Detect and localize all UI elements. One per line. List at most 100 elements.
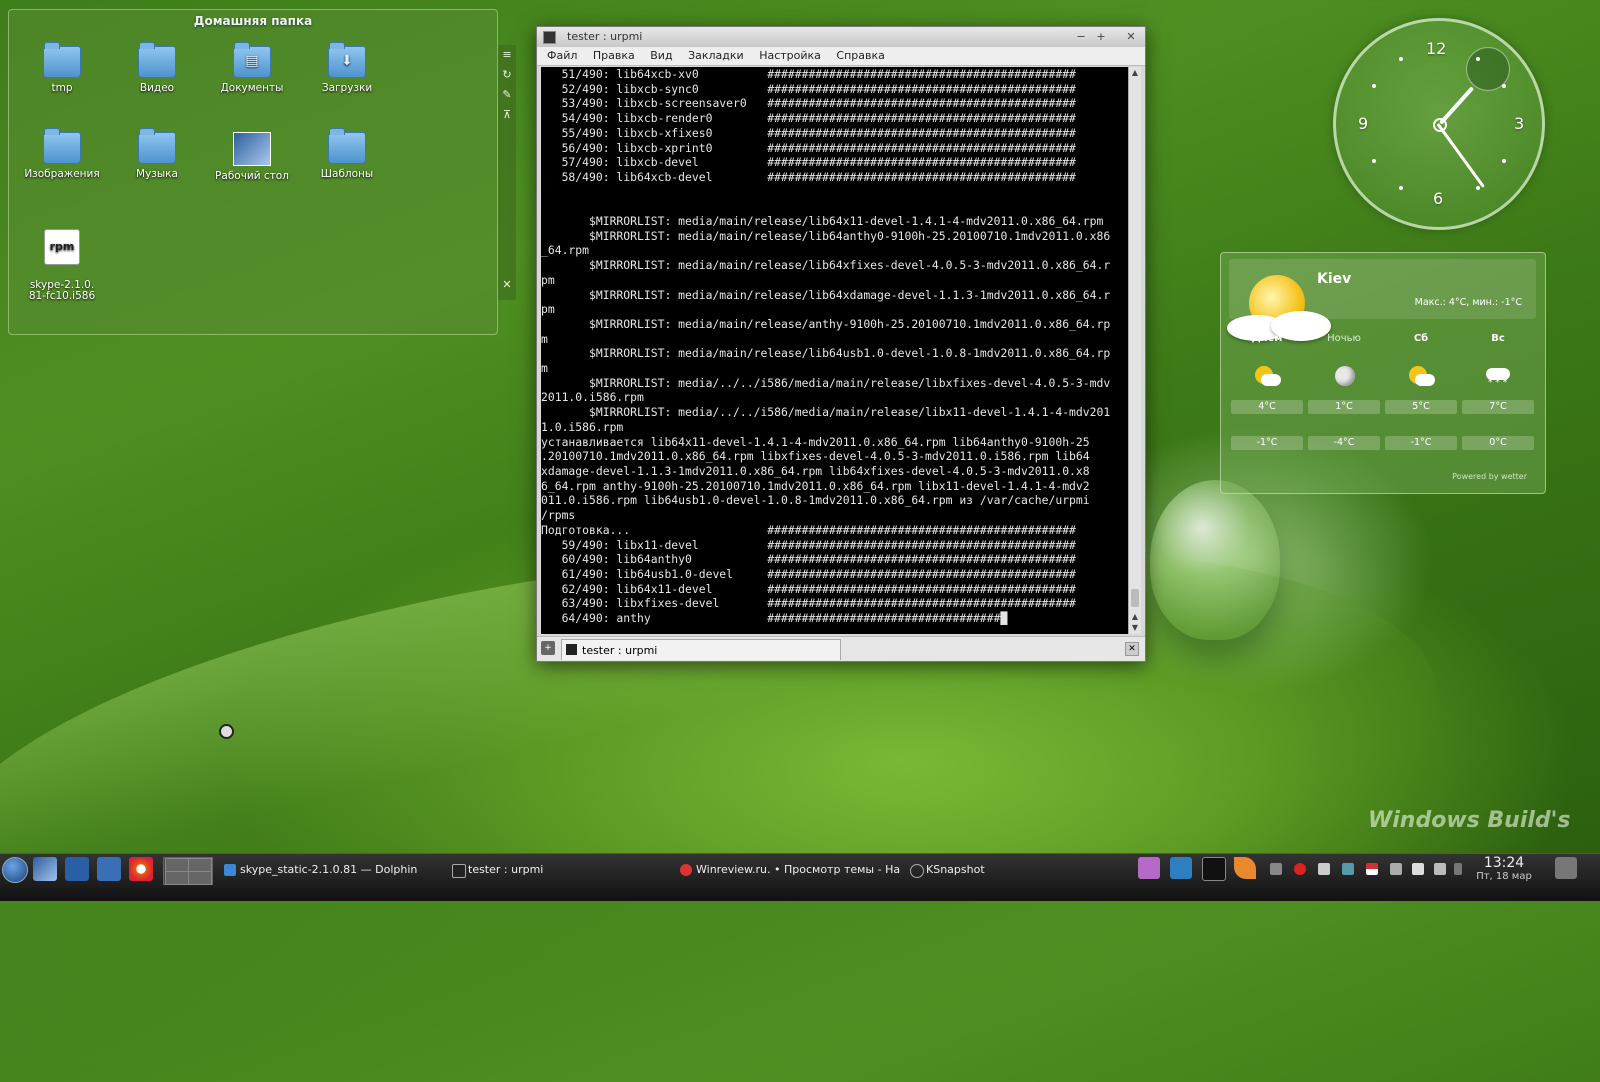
forecast-high: 1°C bbox=[1308, 400, 1380, 414]
battery-icon[interactable] bbox=[1434, 863, 1446, 875]
tab-tester-urpmi[interactable]: tester : urpmi bbox=[561, 639, 841, 660]
forecast-high: 7°C bbox=[1462, 400, 1534, 414]
desktop-item-label: Документы bbox=[220, 82, 284, 94]
watermark: Windows Build's bbox=[1368, 808, 1571, 833]
clock-center bbox=[1433, 118, 1447, 132]
system-settings-icon[interactable] bbox=[65, 857, 89, 881]
weather-widget: Kiev Макс.: 4°C, мин.: -1°C Днем 4°C -1°… bbox=[1220, 252, 1546, 494]
instant-messenger-icon[interactable] bbox=[1138, 857, 1160, 879]
menu-bookmarks[interactable]: Закладки bbox=[688, 49, 744, 62]
scissors-icon[interactable] bbox=[1390, 863, 1402, 875]
desktop-item-label: Видео bbox=[139, 82, 175, 94]
moon-app-icon[interactable] bbox=[1234, 857, 1256, 879]
status-icon[interactable] bbox=[1294, 863, 1306, 875]
desktop-item-video[interactable]: Видео bbox=[112, 42, 202, 94]
menu-settings[interactable]: Настройка bbox=[759, 49, 821, 62]
close-tab-icon[interactable]: ✕ bbox=[1125, 642, 1139, 656]
scroll-up-icon[interactable]: ▲ bbox=[1129, 612, 1141, 621]
menu-icon[interactable]: ≡ bbox=[498, 45, 516, 65]
folder-icon bbox=[43, 42, 81, 78]
keyboard-layout-icon[interactable] bbox=[1366, 863, 1378, 875]
desktop-item-label: Музыка bbox=[136, 168, 178, 180]
forecast-low: -1°C bbox=[1385, 436, 1457, 450]
clock-tick bbox=[1372, 159, 1376, 163]
taskbar-clock[interactable]: 13:24 Пт, 18 мар bbox=[1470, 855, 1538, 882]
water-drop-background bbox=[1150, 480, 1280, 640]
window-titlebar[interactable]: tester : urpmi − + ✕ bbox=[537, 27, 1145, 47]
forecast-day-label: Днем bbox=[1251, 333, 1283, 344]
resize-icon[interactable]: ⊼ bbox=[498, 105, 516, 125]
partly-sunny-large-icon bbox=[1227, 271, 1331, 341]
desktop-item-music[interactable]: Музыка bbox=[112, 128, 202, 180]
show-desktop-icon[interactable] bbox=[33, 857, 57, 881]
scroll-up-icon[interactable]: ▲ bbox=[1129, 68, 1141, 77]
menu-help[interactable]: Справка bbox=[836, 49, 884, 62]
network-icon[interactable] bbox=[1270, 863, 1282, 875]
window-title: tester : urpmi bbox=[567, 30, 643, 43]
terminal-window: tester : urpmi − + ✕ Файл Правка Вид Закла… bbox=[536, 26, 1146, 662]
tray-expand-icon[interactable] bbox=[1454, 863, 1462, 875]
desktop-icon bbox=[233, 132, 271, 166]
task-browser[interactable]: Winreview.ru. • Просмотр темы - На bbox=[680, 860, 908, 880]
chart-app-icon[interactable] bbox=[1170, 857, 1192, 879]
desktop-item-images[interactable]: Изображения bbox=[17, 128, 107, 180]
tab-bar: + tester : urpmi ✕ bbox=[537, 636, 1145, 661]
folder-view-toolbar: ≡ ↻ ✎ ⊼ ✕ bbox=[498, 45, 516, 300]
terminal-output[interactable]: 51/490: lib64xcb-xv0 ###################… bbox=[541, 67, 1129, 634]
clock-numeral-3: 3 bbox=[1514, 114, 1525, 133]
forecast-low: 0°C bbox=[1462, 436, 1534, 450]
menu-edit[interactable]: Правка bbox=[593, 49, 635, 62]
taskbar-date: Пт, 18 мар bbox=[1476, 871, 1532, 882]
menu-file[interactable]: Файл bbox=[547, 49, 577, 62]
firefox-icon[interactable] bbox=[129, 857, 153, 881]
clock-numeral-12: 12 bbox=[1426, 39, 1447, 58]
wrench-icon[interactable]: ✎ bbox=[498, 85, 516, 105]
control-center-icon[interactable] bbox=[97, 857, 121, 881]
scroll-down-icon[interactable]: ▼ bbox=[1129, 623, 1141, 632]
folder-documents-icon: ▤ bbox=[233, 42, 271, 78]
folder-icon bbox=[138, 42, 176, 78]
clock-tick bbox=[1476, 57, 1480, 61]
desktop-item-downloads[interactable]: ⬇ Загрузки bbox=[302, 42, 392, 94]
phone-icon[interactable] bbox=[1318, 863, 1330, 875]
menu-bar: Файл Правка Вид Закладки Настройка Справ… bbox=[537, 47, 1145, 66]
task-terminal[interactable]: tester : urpmi bbox=[452, 860, 668, 880]
desktop-item-skype-rpm[interactable]: rpm skype-2.1.0. 81-fc10.i586 bbox=[17, 218, 107, 313]
weather-powered-link[interactable]: Powered by wetter bbox=[1452, 472, 1527, 481]
trash-icon[interactable] bbox=[1555, 857, 1577, 879]
folder-downloads-icon: ⬇ bbox=[328, 42, 366, 78]
close-icon[interactable]: ✕ bbox=[498, 275, 516, 295]
clock-tick bbox=[1372, 84, 1376, 88]
minute-hand bbox=[1436, 122, 1485, 188]
forecast-day-0: Днем 4°C -1°C bbox=[1229, 333, 1305, 450]
konsole-icon bbox=[543, 31, 556, 44]
minimize-button[interactable]: − bbox=[1073, 27, 1089, 47]
desktop-item-label: Изображения bbox=[24, 168, 100, 180]
task-dolphin[interactable]: skype_static-2.1.0.81 — Dolphin bbox=[224, 860, 450, 880]
desktop-pager[interactable] bbox=[163, 857, 213, 885]
desktop-item-tmp[interactable]: tmp bbox=[17, 42, 107, 94]
menu-view[interactable]: Вид bbox=[650, 49, 672, 62]
scrollbar-thumb[interactable] bbox=[1131, 589, 1139, 607]
terminal-icon[interactable] bbox=[1202, 857, 1226, 881]
forecast-day-2: Сб 5°C -1°C bbox=[1383, 333, 1459, 450]
rpm-icon: rpm bbox=[44, 229, 80, 265]
taskbar: skype_static-2.1.0.81 — Dolphin tester :… bbox=[0, 853, 1600, 901]
vertical-scrollbar[interactable]: ▲ ▲ ▼ bbox=[1128, 67, 1141, 634]
desktop-item-documents[interactable]: ▤ Документы bbox=[207, 42, 297, 94]
desktop-item-templates[interactable]: Шаблоны bbox=[302, 128, 392, 180]
forecast-day-label: Вс bbox=[1491, 333, 1505, 344]
desktop-item-desktop[interactable]: Рабочий стол bbox=[207, 132, 297, 182]
display-icon[interactable] bbox=[1342, 863, 1354, 875]
volume-icon[interactable] bbox=[1412, 863, 1424, 875]
maximize-button[interactable]: + bbox=[1093, 27, 1109, 47]
clock-tick bbox=[1502, 159, 1506, 163]
rotate-icon[interactable]: ↻ bbox=[498, 65, 516, 85]
application-launcher-icon[interactable] bbox=[2, 857, 28, 883]
partly-sunny-icon bbox=[1253, 366, 1281, 388]
moon-icon bbox=[1330, 366, 1358, 388]
new-tab-icon[interactable]: + bbox=[541, 641, 555, 655]
close-button[interactable]: ✕ bbox=[1123, 27, 1139, 47]
folder-view-title: Домашняя папка bbox=[193, 14, 313, 28]
task-ksnapshot[interactable]: KSnapshot bbox=[910, 860, 1086, 880]
